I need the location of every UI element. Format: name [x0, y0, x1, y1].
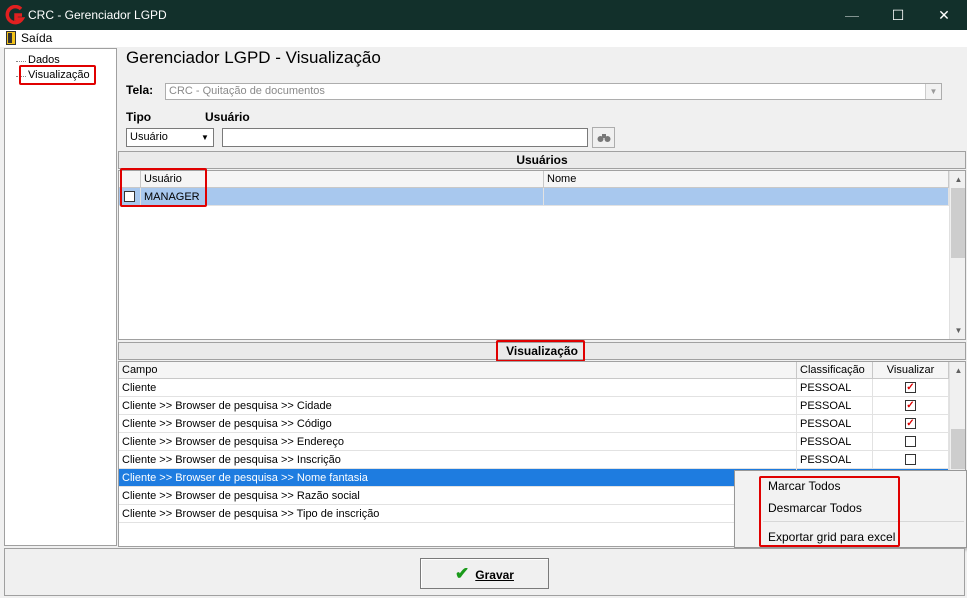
tela-label: Tela: [126, 83, 154, 97]
table-row-campo-selected[interactable]: Cliente >> Browser de pesquisa >> Nome f… [119, 469, 797, 487]
tipo-label: Tipo [126, 110, 152, 124]
menu-separator [763, 521, 964, 522]
tree-connector [16, 76, 26, 77]
row-checkbox[interactable] [124, 191, 135, 202]
table-row-visualizar[interactable] [873, 451, 949, 469]
window-title: CRC - Gerenciador LGPD [28, 8, 167, 22]
search-button[interactable] [592, 127, 615, 148]
usuarios-grid: Usuário Nome MANAGER ▲ ▼ [118, 170, 966, 340]
context-menu: Marcar Todos Desmarcar Todos Exportar gr… [734, 470, 967, 548]
menu-item-saida[interactable]: Saída [21, 31, 52, 45]
column-header-visualizar[interactable]: Visualizar [873, 362, 949, 379]
tela-value: CRC - Quitação de documentos [169, 85, 325, 97]
checkmark-icon: ✔ [455, 564, 470, 583]
usuario-search-input[interactable] [222, 128, 588, 147]
table-row-classificacao[interactable]: PESSOAL [797, 379, 873, 397]
table-row-usuario[interactable]: MANAGER [141, 188, 544, 206]
table-row-classificacao[interactable]: PESSOAL [797, 451, 873, 469]
maximize-button[interactable]: ☐ [875, 0, 921, 30]
table-row-nome[interactable] [544, 188, 949, 206]
checked-checkbox[interactable]: ✓ [905, 382, 916, 393]
checked-checkbox[interactable]: ✓ [905, 418, 916, 429]
navigation-tree: Dados Visualização [4, 48, 117, 546]
table-row-campo[interactable]: Cliente >> Browser de pesquisa >> Inscri… [119, 451, 797, 469]
unchecked-checkbox[interactable] [905, 454, 916, 465]
visualizacao-section-header: Visualização [118, 342, 966, 360]
tree-item-visualizacao[interactable]: Visualização [26, 69, 92, 81]
column-header-select [119, 171, 141, 188]
scroll-up-icon[interactable]: ▲ [950, 171, 965, 188]
column-header-nome[interactable]: Nome [544, 171, 949, 188]
gravar-button[interactable]: ✔ Gravar [420, 558, 549, 589]
menu-bar: Saída [0, 30, 967, 47]
table-row-visualizar[interactable] [873, 433, 949, 451]
scroll-down-icon[interactable]: ▼ [950, 322, 965, 339]
tipo-value: Usuário [130, 131, 168, 143]
table-row-classificacao[interactable]: PESSOAL [797, 433, 873, 451]
scroll-thumb[interactable] [951, 188, 965, 258]
table-row-classificacao[interactable]: PESSOAL [797, 397, 873, 415]
table-row-campo[interactable]: Cliente >> Browser de pesquisa >> Tipo d… [119, 505, 797, 523]
table-row-campo[interactable]: Cliente >> Browser de pesquisa >> Cidade [119, 397, 797, 415]
table-row-campo[interactable]: Cliente >> Browser de pesquisa >> Código [119, 415, 797, 433]
usuarios-section-header: Usuários [118, 151, 966, 169]
table-row-campo[interactable]: Cliente >> Browser de pesquisa >> Endere… [119, 433, 797, 451]
minimize-button[interactable]: — [829, 0, 875, 30]
binoculars-icon [597, 134, 610, 142]
column-header-classificacao[interactable]: Classificação [797, 362, 873, 379]
usuarios-scrollbar[interactable]: ▲ ▼ [949, 171, 965, 339]
menu-item-marcar-todos[interactable]: Marcar Todos [768, 479, 840, 493]
table-row-campo[interactable]: Cliente >> Browser de pesquisa >> Razão … [119, 487, 797, 505]
menu-item-exportar-excel[interactable]: Exportar grid para excel [768, 530, 895, 544]
chevron-down-icon[interactable]: ▼ [925, 84, 941, 99]
gravar-label: Gravar [475, 568, 514, 582]
table-row-campo[interactable]: Cliente [119, 379, 797, 397]
checked-checkbox[interactable]: ✓ [905, 400, 916, 411]
close-button[interactable]: ✕ [921, 0, 967, 30]
close-icon: ✕ [938, 7, 950, 23]
tela-select[interactable]: CRC - Quitação de documentos ▼ [165, 83, 942, 100]
menu-item-desmarcar-todos[interactable]: Desmarcar Todos [768, 501, 862, 515]
unchecked-checkbox[interactable] [905, 436, 916, 447]
chevron-down-icon[interactable]: ▼ [198, 130, 212, 145]
scroll-up-icon[interactable]: ▲ [950, 362, 965, 379]
maximize-icon: ☐ [891, 7, 905, 23]
tree-connector [16, 61, 26, 62]
app-logo-icon [5, 5, 25, 25]
title-bar: CRC - Gerenciador LGPD — ☐ ✕ [0, 0, 967, 30]
table-row-visualizar[interactable]: ✓ [873, 415, 949, 433]
table-row-classificacao[interactable]: PESSOAL [797, 415, 873, 433]
table-row-visualizar[interactable]: ✓ [873, 379, 949, 397]
usuario-label: Usuário [205, 110, 250, 124]
page-title: Gerenciador LGPD - Visualização [126, 48, 381, 67]
column-header-campo[interactable]: Campo [119, 362, 797, 379]
tree-item-dados[interactable]: Dados [26, 54, 62, 66]
table-row-visualizar[interactable]: ✓ [873, 397, 949, 415]
scroll-thumb[interactable] [951, 429, 965, 469]
exit-door-icon [6, 31, 16, 45]
column-header-usuario[interactable]: Usuário [141, 171, 544, 188]
row-checkbox-cell[interactable] [119, 188, 141, 206]
minimize-icon: — [845, 7, 859, 23]
tipo-select[interactable]: Usuário ▼ [126, 128, 214, 147]
